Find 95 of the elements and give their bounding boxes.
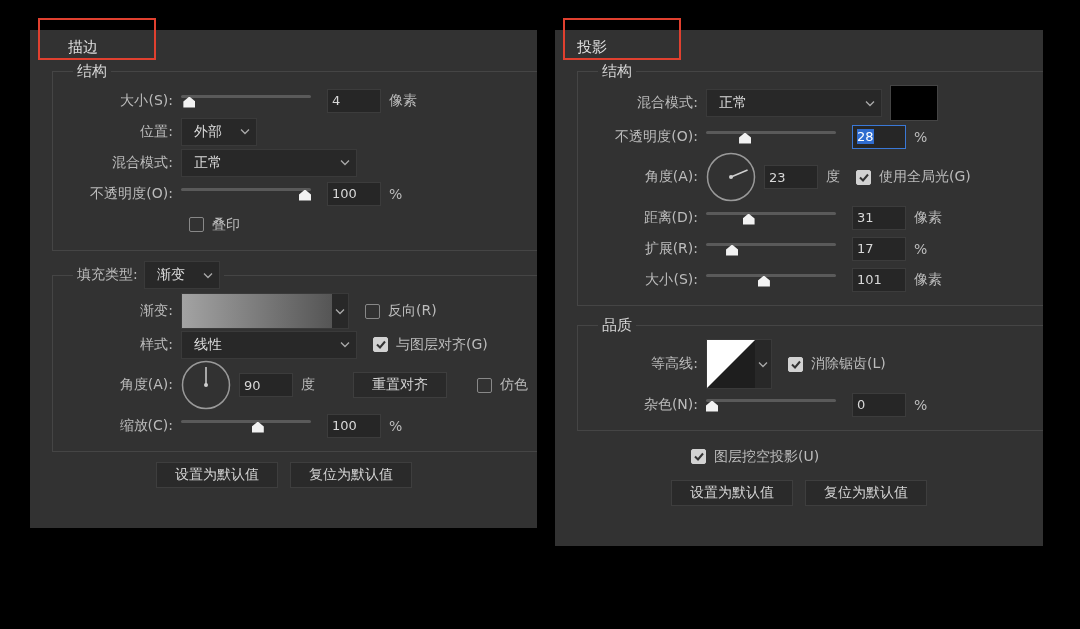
chevron-down-icon: [202, 271, 213, 279]
slider[interactable]: [181, 417, 311, 434]
checkbox-label: 消除锯齿(L): [811, 355, 886, 373]
dropdown[interactable]: 外部: [181, 117, 257, 146]
unit-label: 像素: [389, 91, 417, 110]
slider-thumb[interactable]: [757, 275, 770, 287]
field-label: 混合模式:: [637, 94, 698, 112]
angle-dial[interactable]: [706, 152, 756, 202]
dropdown[interactable]: 渐变: [143, 261, 220, 289]
default-button[interactable]: 复位为默认值: [289, 462, 412, 488]
gradient-picker[interactable]: [181, 293, 349, 329]
default-button[interactable]: 设置为默认值: [155, 462, 278, 488]
field-label: 大小(S):: [120, 91, 173, 110]
section-heading: 结构: [602, 62, 632, 81]
check-icon: [858, 172, 869, 182]
unit-label: 像素: [914, 208, 942, 227]
number-field[interactable]: 31: [852, 205, 906, 230]
unit-label: 像素: [914, 270, 942, 289]
field-label: 距离(D):: [643, 208, 698, 227]
checkbox-label: 反向(R): [388, 302, 437, 320]
contour-picker[interactable]: [706, 339, 772, 389]
unit-label: %: [389, 417, 403, 434]
slider[interactable]: [706, 128, 836, 145]
field-label: 不透明度(O):: [90, 184, 173, 203]
number-field[interactable]: 100: [327, 413, 381, 438]
section-heading: 品质: [602, 316, 632, 335]
unit-label: %: [914, 128, 928, 145]
field-label: 角度(A):: [119, 376, 173, 394]
slider-thumb[interactable]: [706, 400, 718, 412]
checkbox[interactable]: [189, 217, 204, 232]
slider[interactable]: [706, 396, 836, 413]
slider[interactable]: [706, 271, 836, 288]
panel-title: 投影: [576, 37, 608, 58]
check-icon: [693, 452, 704, 461]
checkbox[interactable]: [477, 377, 492, 393]
angle-dial[interactable]: [181, 360, 231, 410]
field-label: 填充类型:: [77, 266, 138, 284]
reset-align-button[interactable]: 重置对齐: [353, 372, 447, 398]
slider[interactable]: [706, 209, 836, 226]
chevron-down-icon: [240, 128, 250, 135]
slider[interactable]: [181, 92, 311, 109]
field-label: 缩放(C):: [119, 416, 173, 435]
checkbox-label: 图层挖空投影(U): [714, 447, 820, 466]
color-swatch[interactable]: [890, 85, 938, 121]
chevron-down-icon: [758, 360, 768, 368]
field-label: 杂色(N):: [643, 395, 698, 414]
dropdown[interactable]: 正常: [706, 89, 882, 117]
default-button[interactable]: 设置为默认值: [671, 480, 793, 506]
field-label: 等高线:: [651, 355, 698, 373]
unit-label: %: [389, 185, 403, 202]
chevron-down-icon: [340, 341, 350, 348]
chevron-down-icon: [335, 307, 345, 315]
slider-thumb[interactable]: [726, 244, 739, 256]
field-label: 渐变:: [140, 302, 173, 320]
chevron-down-icon: [340, 159, 350, 166]
checkbox[interactable]: [365, 303, 380, 319]
field-label: 位置:: [140, 122, 173, 141]
section-heading: 结构: [77, 62, 107, 81]
number-field[interactable]: 4: [327, 88, 381, 113]
slider-thumb[interactable]: [299, 189, 311, 201]
number-field[interactable]: 17: [852, 236, 906, 261]
number-field[interactable]: 101: [852, 267, 906, 292]
checkbox-label: 叠印: [212, 215, 240, 234]
slider-thumb[interactable]: [739, 132, 752, 144]
field-label: 大小(S):: [645, 270, 698, 289]
dropdown[interactable]: 正常: [181, 148, 357, 177]
number-field[interactable]: 0: [852, 392, 906, 417]
unit-label: %: [914, 396, 928, 413]
number-field[interactable]: 100: [327, 181, 381, 206]
unit-label: 度: [826, 168, 840, 186]
slider[interactable]: [706, 240, 836, 257]
field-label: 混合模式:: [112, 153, 173, 172]
unit-label: 度: [301, 376, 315, 394]
contour-curve-icon: [707, 340, 755, 388]
checkbox-label: 使用全局光(G): [879, 168, 971, 186]
checkbox-label: 仿色: [500, 376, 528, 394]
field-label: 扩展(R):: [644, 239, 698, 258]
slider-thumb[interactable]: [251, 421, 264, 433]
dropdown[interactable]: 线性: [181, 330, 357, 359]
slider-thumb[interactable]: [183, 96, 196, 108]
check-icon: [790, 359, 801, 369]
field-label: 不透明度(O):: [615, 127, 698, 146]
chevron-down-icon: [865, 99, 875, 107]
field-label: 样式:: [140, 335, 173, 354]
field-label: 角度(A):: [644, 168, 698, 186]
checkbox-label: 与图层对齐(G): [396, 335, 488, 354]
number-field[interactable]: 28: [852, 124, 906, 149]
default-button[interactable]: 复位为默认值: [805, 480, 927, 506]
panel-title: 描边: [67, 37, 99, 58]
slider[interactable]: [181, 185, 311, 202]
check-icon: [375, 340, 386, 349]
number-field[interactable]: 90: [239, 373, 293, 397]
unit-label: %: [914, 240, 928, 257]
number-field[interactable]: 23: [764, 165, 818, 189]
slider-thumb[interactable]: [742, 213, 755, 225]
